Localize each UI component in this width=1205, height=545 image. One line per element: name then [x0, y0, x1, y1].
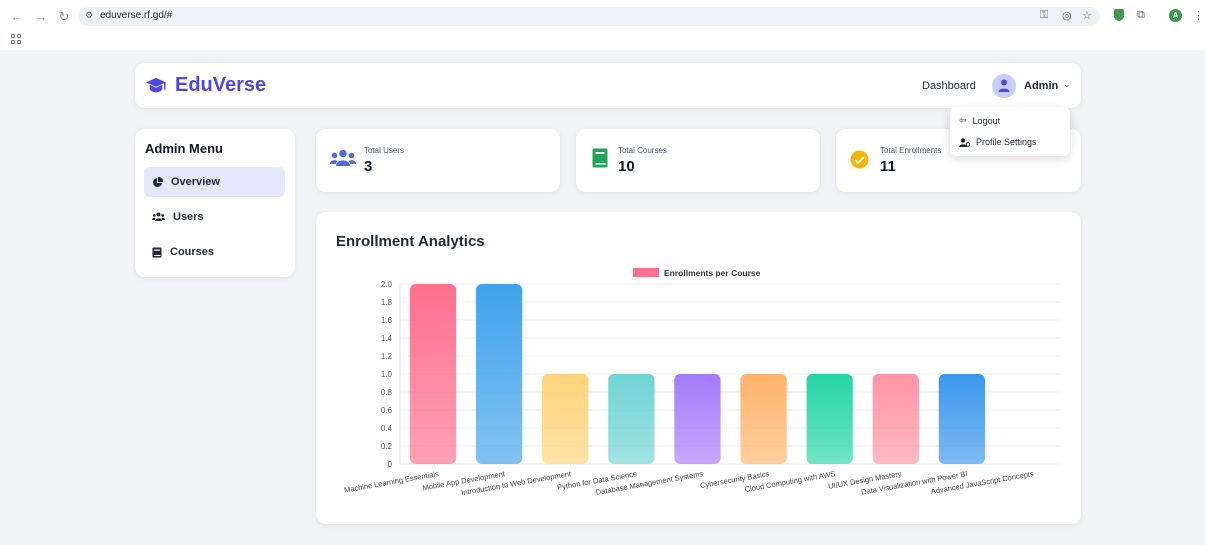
y-tick-label: 1.8	[381, 298, 393, 307]
pie-chart-icon	[153, 176, 163, 187]
enrollment-bar-chart: 0 0.2 0.4 0.6 0.8 1.0 1.2 1.4 1.6 1.8 2.0 Enrollmen…	[343, 268, 1061, 497]
bar	[542, 374, 589, 464]
bar	[674, 374, 721, 464]
stat-label: Total Courses	[618, 146, 667, 155]
logout-icon: ⇦	[959, 115, 967, 125]
check-circle-icon	[850, 150, 869, 169]
y-tick-label: 2.0	[381, 280, 393, 289]
forward-icon[interactable]: →	[34, 9, 48, 24]
profile-settings-label: Profile Settings	[976, 137, 1037, 147]
logout-menu-item[interactable]: ⇦ Logout	[959, 115, 1000, 126]
graduation-cap-icon	[146, 77, 166, 92]
sidebar-item-label: Users	[173, 211, 204, 223]
user-gear-icon	[959, 137, 970, 147]
site-info-icon[interactable]: ⚙	[85, 10, 93, 21]
y-tick-label: 1.2	[381, 352, 393, 361]
bar	[872, 374, 919, 464]
bar	[608, 374, 655, 464]
stat-card-users: Total Users 3	[316, 129, 560, 192]
star-icon[interactable]: ☆	[1082, 9, 1092, 22]
y-tick-label: 1.6	[381, 316, 393, 325]
user-icon	[998, 79, 1010, 92]
extensions-icon[interactable]: ⧉	[1137, 9, 1145, 22]
profile-settings-menu-item[interactable]: Profile Settings	[959, 137, 1037, 147]
y-tick-label: 0.4	[381, 424, 393, 433]
brand-logo[interactable]: EduVerse	[145, 74, 266, 97]
stat-value: 11	[880, 158, 896, 175]
stat-label: Total Users	[364, 146, 405, 155]
stat-label: Total Enrollments	[880, 146, 942, 155]
sidebar-item-label: Courses	[170, 246, 215, 258]
menu-dots-icon[interactable]: ⋮	[1193, 9, 1204, 22]
stat-card-courses: Total Courses 10	[576, 129, 820, 192]
eye-slash-icon[interactable]: ◎	[1062, 9, 1072, 22]
address-bar[interactable]	[78, 7, 1100, 26]
top-navbar: EduVerse Dashboard Admin ⌄	[135, 63, 1081, 108]
url-text[interactable]: eduverse.rf.gd/#	[100, 10, 172, 21]
sidebar-item-overview[interactable]: Overview	[144, 167, 285, 197]
user-dropdown-menu: ⇦ Logout Profile Settings	[950, 107, 1070, 156]
sidebar-title: Admin Menu	[145, 141, 223, 156]
reload-icon[interactable]: ↻	[57, 9, 71, 25]
y-tick-label: 0.6	[381, 406, 393, 415]
book-icon	[152, 247, 162, 257]
legend-swatch	[633, 268, 659, 277]
apps-grid-icon[interactable]	[11, 34, 21, 44]
profile-avatar[interactable]: A	[1169, 9, 1182, 22]
bar	[476, 284, 523, 464]
bar	[806, 374, 853, 464]
admin-sidebar: Admin Menu Overview Users Courses	[135, 129, 295, 277]
sidebar-item-label: Overview	[171, 176, 220, 188]
bar	[409, 284, 457, 464]
shield-extension-icon[interactable]	[1114, 9, 1124, 21]
y-tick-label: 0.2	[381, 442, 393, 451]
back-icon[interactable]: ←	[10, 9, 24, 24]
sidebar-item-courses[interactable]: Courses	[144, 237, 285, 267]
enrollment-analytics-card: Enrollment Analytics 0 0.2 0.4 0.6 0.8 1.0 1.2…	[316, 212, 1081, 524]
users-icon	[152, 212, 165, 221]
logout-label: Logout	[972, 115, 1001, 126]
stat-value: 10	[618, 158, 635, 175]
user-menu-toggle[interactable]: Admin	[1024, 80, 1058, 92]
y-tick-label: 0	[388, 460, 393, 469]
bar	[740, 374, 787, 464]
password-key-icon[interactable]: ⚿	[1040, 9, 1048, 22]
stat-value: 3	[364, 158, 373, 175]
y-tick-label: 1.4	[381, 334, 393, 343]
book-icon	[592, 148, 608, 168]
users-icon	[330, 149, 356, 166]
nav-dashboard-link[interactable]: Dashboard	[922, 80, 976, 92]
browser-toolbar: ← → ↻ ⚙ eduverse.rf.gd/# ⚿ ◎ ☆ ⧉ A ⋮	[0, 0, 1205, 50]
brand-name: EduVerse	[175, 74, 267, 96]
chevron-down-icon[interactable]: ⌄	[1063, 79, 1071, 90]
legend-label: Enrollments per Course	[664, 268, 761, 278]
sidebar-item-users[interactable]: Users	[144, 202, 285, 232]
y-tick-label: 1.0	[381, 370, 393, 379]
y-tick-label: 0.8	[381, 388, 393, 397]
bar	[938, 374, 985, 464]
user-avatar[interactable]	[992, 74, 1016, 98]
